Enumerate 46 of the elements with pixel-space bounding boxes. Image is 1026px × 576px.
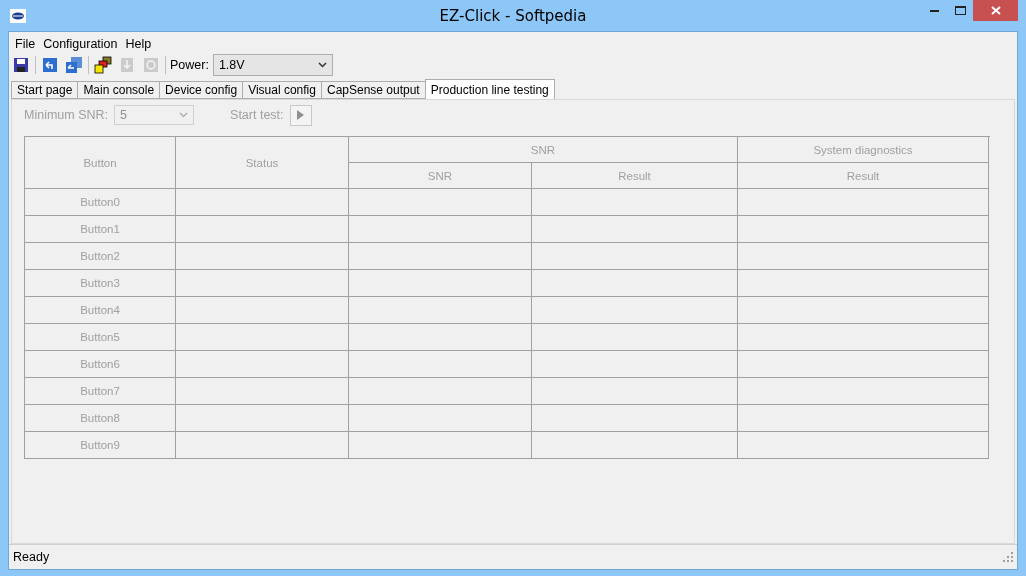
menu-item[interactable]: Help bbox=[121, 36, 156, 52]
column-header: Button bbox=[25, 137, 176, 189]
window-title: EZ-Click - Softpedia bbox=[439, 6, 587, 25]
column-header: Result bbox=[738, 163, 989, 189]
table-cell: Button0 bbox=[25, 189, 176, 216]
toolbar-button[interactable] bbox=[93, 55, 113, 75]
column-group-header: SNR bbox=[349, 137, 738, 163]
arrow-left-icon bbox=[43, 58, 57, 72]
table-cell: Button3 bbox=[25, 270, 176, 297]
tab[interactable]: Start page bbox=[11, 81, 79, 99]
download-icon bbox=[120, 57, 134, 73]
table-cell: Button4 bbox=[25, 297, 176, 324]
column-header: Status bbox=[176, 137, 349, 189]
power-label: Power: bbox=[170, 58, 209, 72]
tab[interactable]: Production line testing bbox=[424, 79, 555, 99]
app-logo-icon bbox=[10, 8, 26, 23]
menu-item[interactable]: Configuration bbox=[39, 36, 122, 52]
status-text: Ready bbox=[13, 550, 50, 564]
close-icon bbox=[990, 6, 1001, 15]
table-cell: Button1 bbox=[25, 216, 176, 243]
minimum-snr-label: Minimum SNR: bbox=[24, 108, 109, 122]
windows-arrow-icon bbox=[65, 56, 83, 74]
column-header: SNR bbox=[349, 163, 532, 189]
table-cell: Button5 bbox=[25, 324, 176, 351]
table-cell: Button8 bbox=[25, 405, 176, 432]
menu-item[interactable]: File bbox=[11, 36, 40, 52]
resize-grip-icon bbox=[1003, 552, 1013, 562]
tab[interactable]: Main console bbox=[77, 81, 161, 99]
play-icon bbox=[297, 110, 305, 120]
start-test-label: Start test: bbox=[230, 108, 284, 122]
column-group-header: System diagnostics bbox=[738, 137, 989, 163]
power-dropdown[interactable]: 1.8V bbox=[212, 54, 333, 76]
minimize-icon bbox=[929, 9, 939, 12]
table-cell: Button6 bbox=[25, 351, 176, 378]
tab[interactable]: Device config bbox=[159, 81, 244, 99]
tab[interactable]: CapSense output bbox=[320, 81, 426, 99]
sync-icon bbox=[143, 57, 159, 73]
close-button[interactable] bbox=[973, 0, 1018, 21]
toolbar-button[interactable] bbox=[11, 55, 31, 75]
maximize-icon bbox=[954, 6, 966, 15]
table-cell: Button9 bbox=[25, 432, 176, 459]
tab[interactable]: Visual config bbox=[242, 81, 322, 99]
colored-squares-icon bbox=[94, 56, 112, 74]
column-header: Result bbox=[532, 163, 738, 189]
table-cell: Button7 bbox=[25, 378, 176, 405]
table-cell: Button2 bbox=[25, 243, 176, 270]
